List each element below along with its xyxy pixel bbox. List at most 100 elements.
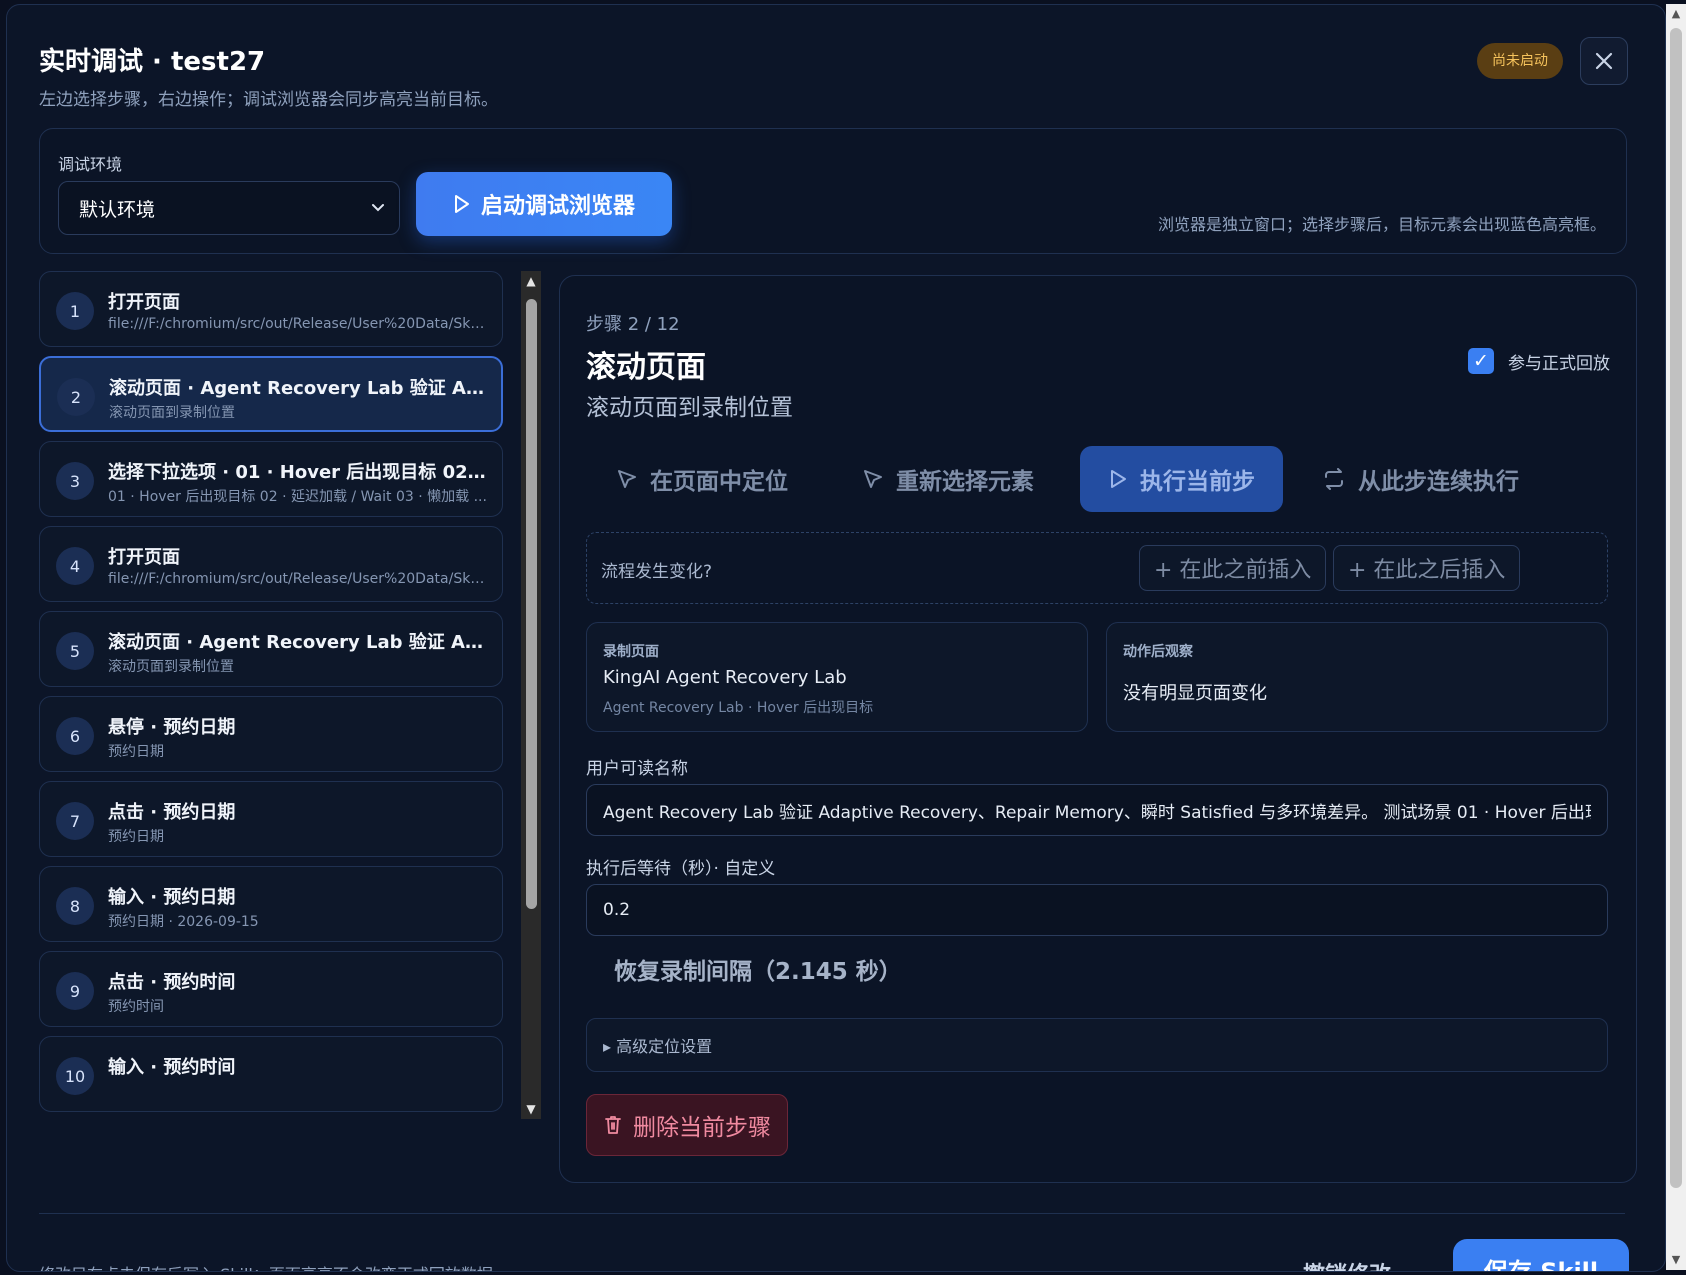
cursor-icon bbox=[862, 468, 884, 490]
step-item-active[interactable]: 2 滚动页面 · Agent Recovery Lab 验证 Adapti...… bbox=[39, 356, 503, 432]
environment-selected: 默认环境 bbox=[79, 198, 156, 221]
step-detail-title: 滚动页面 bbox=[586, 350, 706, 385]
replay-toggle[interactable]: ✓ 参与正式回放 bbox=[1468, 348, 1610, 374]
insert-after-button[interactable]: + 在此之后插入 bbox=[1333, 545, 1521, 591]
run-step-button[interactable]: 执行当前步 bbox=[1080, 446, 1283, 512]
step-desc: file:///F:/chromium/src/out/Release/User… bbox=[108, 571, 488, 587]
check-icon[interactable]: ✓ bbox=[1468, 348, 1494, 374]
step-detail-desc: 滚动页面到录制位置 bbox=[586, 395, 793, 421]
step-title: 点击 · 预约时间 bbox=[108, 972, 236, 993]
replay-label: 参与正式回放 bbox=[1508, 353, 1610, 374]
step-item[interactable]: 5 滚动页面 · Agent Recovery Lab 验证 Adapti...… bbox=[39, 611, 503, 687]
scroll-thumb[interactable] bbox=[526, 299, 537, 909]
step-item[interactable]: 8 输入 · 预约日期 预约日期 · 2026-09-15 bbox=[39, 866, 503, 942]
observation-card: 动作后观察 没有明显页面变化 bbox=[1106, 622, 1608, 732]
steps-scrollbar[interactable]: ▲ ▼ bbox=[521, 271, 541, 1119]
step-number: 8 bbox=[56, 887, 94, 925]
step-detail-panel: 步骤 2 / 12 滚动页面 滚动页面到录制位置 ✓ 参与正式回放 在页面中定位… bbox=[559, 275, 1637, 1183]
observation-value: 没有明显页面变化 bbox=[1123, 683, 1267, 704]
step-title: 打开页面 bbox=[108, 292, 180, 313]
step-title: 滚动页面 · Agent Recovery Lab 验证 Adapti... bbox=[109, 378, 489, 399]
dialog-title: 实时调试 · test27 bbox=[39, 47, 266, 77]
step-desc: file:///F:/chromium/src/out/Release/User… bbox=[108, 316, 488, 332]
scroll-down-icon[interactable]: ▼ bbox=[521, 1099, 541, 1119]
step-item[interactable]: 1 打开页面 file:///F:/chromium/src/out/Relea… bbox=[39, 271, 503, 347]
step-title: 点击 · 预约日期 bbox=[108, 802, 236, 823]
delete-step-label: 删除当前步骤 bbox=[633, 1115, 771, 1141]
wait-label: 执行后等待（秒）· 自定义 bbox=[586, 859, 776, 879]
run-step-label: 执行当前步 bbox=[1140, 469, 1255, 495]
footer-hint: 修改只在点击保存后写入 Skill；页面高亮不会改变正式回放数据。 bbox=[39, 1261, 509, 1271]
step-desc: 预约日期 bbox=[108, 829, 164, 845]
step-number: 7 bbox=[56, 802, 94, 840]
insert-before-button[interactable]: + 在此之前插入 bbox=[1139, 545, 1327, 591]
step-item[interactable]: 7 点击 · 预约日期 预约日期 bbox=[39, 781, 503, 857]
action-row: 在页面中定位 重新选择元素 执行当前步 从此步连续执行 bbox=[586, 446, 1610, 512]
scroll-down-icon[interactable]: ▼ bbox=[1666, 1250, 1686, 1270]
flow-change-box: 流程发生变化? + 在此之前插入 + 在此之后插入 bbox=[586, 532, 1608, 604]
steps-list: 1 打开页面 file:///F:/chromium/src/out/Relea… bbox=[39, 271, 509, 1119]
locate-button[interactable]: 在页面中定位 bbox=[616, 446, 788, 512]
restore-interval-button[interactable]: 恢复录制间隔（2.145 秒） bbox=[614, 952, 902, 986]
close-icon bbox=[1594, 51, 1614, 71]
environment-hint: 浏览器是独立窗口；选择步骤后，目标元素会出现蓝色高亮框。 bbox=[1157, 215, 1606, 234]
step-desc: 预约日期 · 2026-09-15 bbox=[108, 914, 259, 930]
step-desc: 01 · Hover 后出现目标 02 · 延迟加载 / Wait 03 · 懒… bbox=[108, 489, 487, 505]
launch-browser-button[interactable]: 启动调试浏览器 bbox=[416, 172, 672, 236]
step-number: 4 bbox=[56, 547, 94, 585]
undo-button[interactable]: 撤销修改 bbox=[1303, 1257, 1391, 1271]
page-scrollbar[interactable]: ▲ ▼ bbox=[1666, 4, 1686, 1270]
step-item[interactable]: 10 输入 · 预约时间 bbox=[39, 1036, 503, 1112]
step-index: 步骤 2 / 12 bbox=[586, 314, 680, 335]
play-icon bbox=[453, 194, 471, 214]
scroll-up-icon[interactable]: ▲ bbox=[1666, 4, 1686, 24]
recorded-page-value: KingAI Agent Recovery Lab bbox=[603, 667, 847, 688]
flow-question: 流程发生变化? bbox=[601, 562, 713, 582]
environment-card: 调试环境 默认环境 启动调试浏览器 浏览器是独立窗口；选择步骤后，目标元素会出现… bbox=[39, 128, 1627, 254]
launch-browser-label: 启动调试浏览器 bbox=[480, 194, 635, 219]
recorded-page-card: 录制页面 KingAI Agent Recovery Lab Agent Rec… bbox=[586, 622, 1088, 732]
step-desc: 预约时间 bbox=[108, 999, 164, 1015]
step-title: 滚动页面 · Agent Recovery Lab 验证 Adapti... bbox=[108, 632, 488, 653]
step-title: 打开页面 bbox=[108, 547, 180, 568]
step-item[interactable]: 6 悬停 · 预约日期 预约日期 bbox=[39, 696, 503, 772]
reselect-label: 重新选择元素 bbox=[896, 469, 1034, 495]
chevron-down-icon bbox=[371, 197, 385, 219]
scroll-up-icon[interactable]: ▲ bbox=[521, 271, 541, 291]
name-label: 用户可读名称 bbox=[586, 759, 688, 779]
dialog-subtitle: 左边选择步骤，右边操作；调试浏览器会同步高亮当前目标。 bbox=[39, 90, 498, 110]
step-title: 选择下拉选项 · 01 · Hover 后出现目标 02 · ... bbox=[108, 462, 488, 483]
step-number: 3 bbox=[56, 462, 94, 500]
play-icon bbox=[1108, 468, 1128, 490]
run-from-button[interactable]: 从此步连续执行 bbox=[1322, 446, 1519, 512]
step-title: 输入 · 预约日期 bbox=[108, 887, 236, 908]
save-skill-button[interactable]: 保存 Skill bbox=[1453, 1239, 1629, 1271]
step-item[interactable]: 3 选择下拉选项 · 01 · Hover 后出现目标 02 · ... 01 … bbox=[39, 441, 503, 517]
wait-input[interactable] bbox=[586, 884, 1608, 936]
step-desc: 滚动页面到录制位置 bbox=[108, 659, 234, 675]
step-number: 6 bbox=[56, 717, 94, 755]
status-badge: 尚未启动 bbox=[1477, 43, 1563, 79]
cursor-icon bbox=[616, 468, 638, 490]
step-number: 2 bbox=[57, 378, 95, 416]
advanced-settings-toggle[interactable]: ▸ 高级定位设置 bbox=[586, 1018, 1608, 1072]
close-button[interactable] bbox=[1580, 37, 1628, 85]
reselect-button[interactable]: 重新选择元素 bbox=[862, 446, 1034, 512]
step-item[interactable]: 9 点击 · 预约时间 预约时间 bbox=[39, 951, 503, 1027]
step-item[interactable]: 4 打开页面 file:///F:/chromium/src/out/Relea… bbox=[39, 526, 503, 602]
scroll-thumb[interactable] bbox=[1670, 28, 1682, 1188]
step-number: 10 bbox=[56, 1057, 94, 1095]
step-number: 5 bbox=[56, 632, 94, 670]
recorded-page-sub: Agent Recovery Lab · Hover 后出现目标 bbox=[603, 700, 874, 716]
step-number: 9 bbox=[56, 972, 94, 1010]
name-input[interactable] bbox=[586, 784, 1608, 836]
debug-dialog: 实时调试 · test27 左边选择步骤，右边操作；调试浏览器会同步高亮当前目标… bbox=[6, 4, 1666, 1272]
step-desc: 预约日期 bbox=[108, 744, 164, 760]
repeat-icon bbox=[1322, 468, 1346, 490]
step-number: 1 bbox=[56, 292, 94, 330]
locate-label: 在页面中定位 bbox=[650, 469, 788, 495]
environment-select[interactable]: 默认环境 bbox=[58, 181, 400, 235]
trash-icon bbox=[603, 1114, 623, 1136]
delete-step-button[interactable]: 删除当前步骤 bbox=[586, 1094, 788, 1156]
step-title: 输入 · 预约时间 bbox=[108, 1057, 236, 1078]
